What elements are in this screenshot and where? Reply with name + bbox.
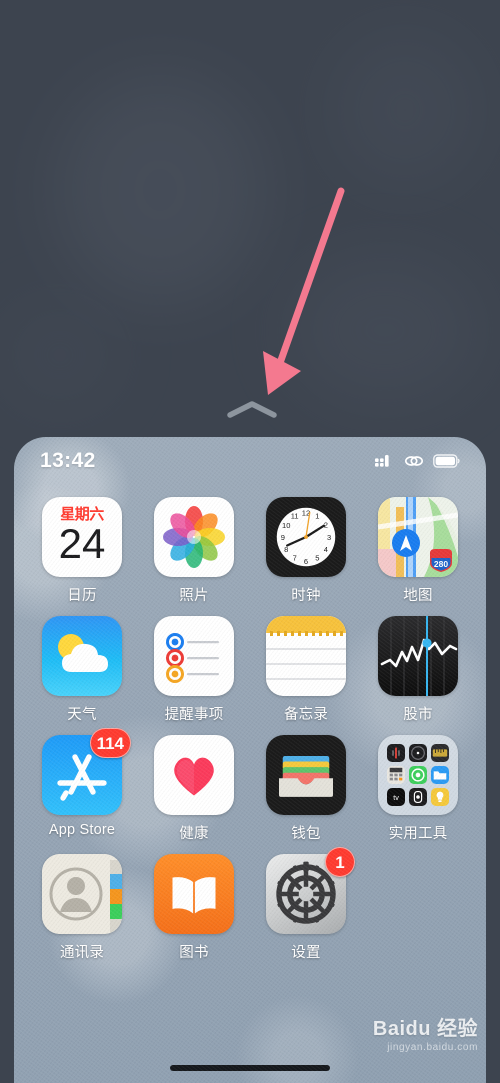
health-icon-wrap[interactable] bbox=[154, 735, 234, 815]
settings-icon-wrap[interactable]: 1 bbox=[266, 847, 355, 934]
app-label: 日历 bbox=[67, 588, 97, 604]
app-label: 备忘录 bbox=[283, 707, 329, 723]
contacts-icon[interactable] bbox=[42, 854, 122, 934]
find-my-icon bbox=[409, 766, 427, 784]
calendar-day-number: 24 bbox=[58, 520, 106, 567]
app-icon-notes[interactable]: 备忘录 bbox=[250, 616, 362, 724]
heart-icon bbox=[174, 757, 214, 795]
app-icon-health[interactable]: 健康 bbox=[138, 735, 250, 843]
app-label: 钱包 bbox=[291, 826, 321, 842]
notes-icon-wrap[interactable] bbox=[266, 616, 346, 696]
watermark-url: jingyan.baidu.com bbox=[387, 1042, 478, 1053]
svg-text:11: 11 bbox=[291, 512, 299, 521]
background-blob bbox=[330, 30, 480, 190]
home-indicator[interactable] bbox=[170, 1065, 330, 1071]
svg-text:9: 9 bbox=[281, 533, 285, 542]
wallet-icon-wrap[interactable] bbox=[266, 735, 346, 815]
app-icon-reminders[interactable]: 提醒事项 bbox=[138, 616, 250, 724]
calculator-icon bbox=[387, 766, 405, 784]
calendar-icon-wrap[interactable]: 星期六 24 bbox=[42, 497, 122, 577]
settings-badge: 1 bbox=[325, 847, 355, 877]
svg-text:3: 3 bbox=[327, 533, 331, 542]
app-icon-settings[interactable]: 1 设置 bbox=[250, 847, 362, 962]
app-label: 图书 bbox=[179, 945, 209, 961]
app-label: App Store bbox=[48, 822, 116, 838]
app-store-badge: 114 bbox=[89, 728, 131, 758]
app-label: 实用工具 bbox=[388, 826, 448, 842]
stocks-icon-wrap[interactable] bbox=[378, 616, 458, 696]
weather-icon[interactable] bbox=[42, 616, 122, 696]
app-icon-maps[interactable]: 280 地图 bbox=[362, 497, 474, 605]
app-icon-weather[interactable]: 天气 bbox=[26, 616, 138, 724]
background-blob bbox=[0, 300, 120, 410]
stocks-icon[interactable] bbox=[378, 616, 458, 696]
status-bar-clock: 13:42 bbox=[40, 449, 96, 472]
app-icon-clock[interactable]: 12 1 23 45 67 89 10 11 时钟 bbox=[250, 497, 362, 605]
flashlight-icon bbox=[431, 788, 449, 806]
calendar-icon[interactable]: 星期六 24 bbox=[42, 497, 122, 577]
photos-icon[interactable] bbox=[154, 497, 234, 577]
svg-text:tv: tv bbox=[393, 793, 399, 802]
wallet-icon[interactable] bbox=[266, 735, 346, 815]
app-label: 提醒事项 bbox=[164, 707, 224, 723]
books-icon[interactable] bbox=[154, 854, 234, 934]
app-icon-wallet[interactable]: 钱包 bbox=[250, 735, 362, 843]
svg-text:10: 10 bbox=[282, 521, 290, 530]
status-bar-icons bbox=[375, 454, 460, 468]
notes-icon[interactable] bbox=[266, 616, 346, 696]
watermark: Baidu 经验 jingyan.baidu.com bbox=[373, 1012, 478, 1053]
reminders-icon[interactable] bbox=[154, 616, 234, 696]
background-blob bbox=[55, 75, 265, 305]
app-icon-photos[interactable]: 照片 bbox=[138, 497, 250, 605]
app-icon-stocks[interactable]: 股市 bbox=[362, 616, 474, 724]
voice-memos-icon bbox=[387, 744, 405, 762]
app-label: 股市 bbox=[403, 707, 433, 723]
iphone-home-screen: 13:42 星期六 24 日历 照片 12 1 2 3 4 5 6 7 8 9 … bbox=[14, 437, 486, 1083]
photos-icon-wrap[interactable] bbox=[154, 497, 234, 577]
maps-icon[interactable]: 280 bbox=[378, 497, 458, 577]
status-bar: 13:42 bbox=[14, 437, 486, 485]
app-label: 时钟 bbox=[291, 588, 321, 604]
app-icon-utilities-folder[interactable]: tv 实用工具 bbox=[362, 735, 474, 843]
svg-text:4: 4 bbox=[324, 545, 328, 554]
app-icon-app-store[interactable]: 114 App Store bbox=[26, 728, 138, 843]
maps-icon-wrap[interactable]: 280 bbox=[378, 497, 458, 577]
svg-text:6: 6 bbox=[304, 557, 308, 566]
utilities-folder-icon[interactable]: tv bbox=[378, 735, 458, 815]
compass-icon bbox=[409, 744, 427, 762]
svg-text:7: 7 bbox=[293, 554, 297, 563]
utilities-folder-icon-wrap[interactable]: tv bbox=[378, 735, 458, 815]
measure-icon bbox=[431, 744, 449, 762]
background-blob bbox=[290, 255, 480, 405]
files-icon bbox=[431, 766, 449, 784]
app-label: 照片 bbox=[179, 588, 209, 604]
apple-tv-icon: tv bbox=[387, 788, 405, 806]
watermark-title: Baidu 经验 bbox=[372, 1018, 478, 1040]
reminders-icon-wrap[interactable] bbox=[154, 616, 234, 696]
weather-icon-wrap[interactable] bbox=[42, 616, 122, 696]
app-label: 健康 bbox=[179, 826, 209, 842]
app-label: 地图 bbox=[403, 588, 433, 604]
svg-text:5: 5 bbox=[315, 554, 319, 563]
svg-text:1: 1 bbox=[315, 512, 319, 521]
app-label: 设置 bbox=[291, 945, 321, 961]
battery-icon bbox=[433, 454, 460, 468]
app-icon-books[interactable]: 图书 bbox=[138, 854, 250, 962]
clock-icon-wrap[interactable]: 12 1 23 45 67 89 10 11 bbox=[266, 497, 346, 577]
swipe-up-chevron[interactable] bbox=[226, 400, 278, 418]
maps-shield-number: 280 bbox=[434, 559, 448, 569]
clock-icon[interactable]: 12 1 23 45 67 89 10 11 bbox=[266, 497, 346, 577]
cellular-signal-icon bbox=[375, 455, 389, 467]
app-icon-calendar[interactable]: 星期六 24 日历 bbox=[26, 497, 138, 605]
app-icon-contacts[interactable]: 通讯录 bbox=[26, 854, 138, 962]
app-grid: 星期六 24 日历 照片 12 1 2 3 4 5 6 7 8 9 10 11 … bbox=[14, 497, 486, 962]
health-icon[interactable] bbox=[154, 735, 234, 815]
books-icon-wrap[interactable] bbox=[154, 854, 234, 934]
app-label: 天气 bbox=[67, 707, 97, 723]
app-store-icon-wrap[interactable]: 114 bbox=[42, 728, 131, 815]
contacts-icon-wrap[interactable] bbox=[42, 854, 122, 934]
app-label: 通讯录 bbox=[59, 945, 105, 961]
watch-icon bbox=[409, 788, 427, 806]
wifi-link-icon bbox=[405, 456, 423, 466]
